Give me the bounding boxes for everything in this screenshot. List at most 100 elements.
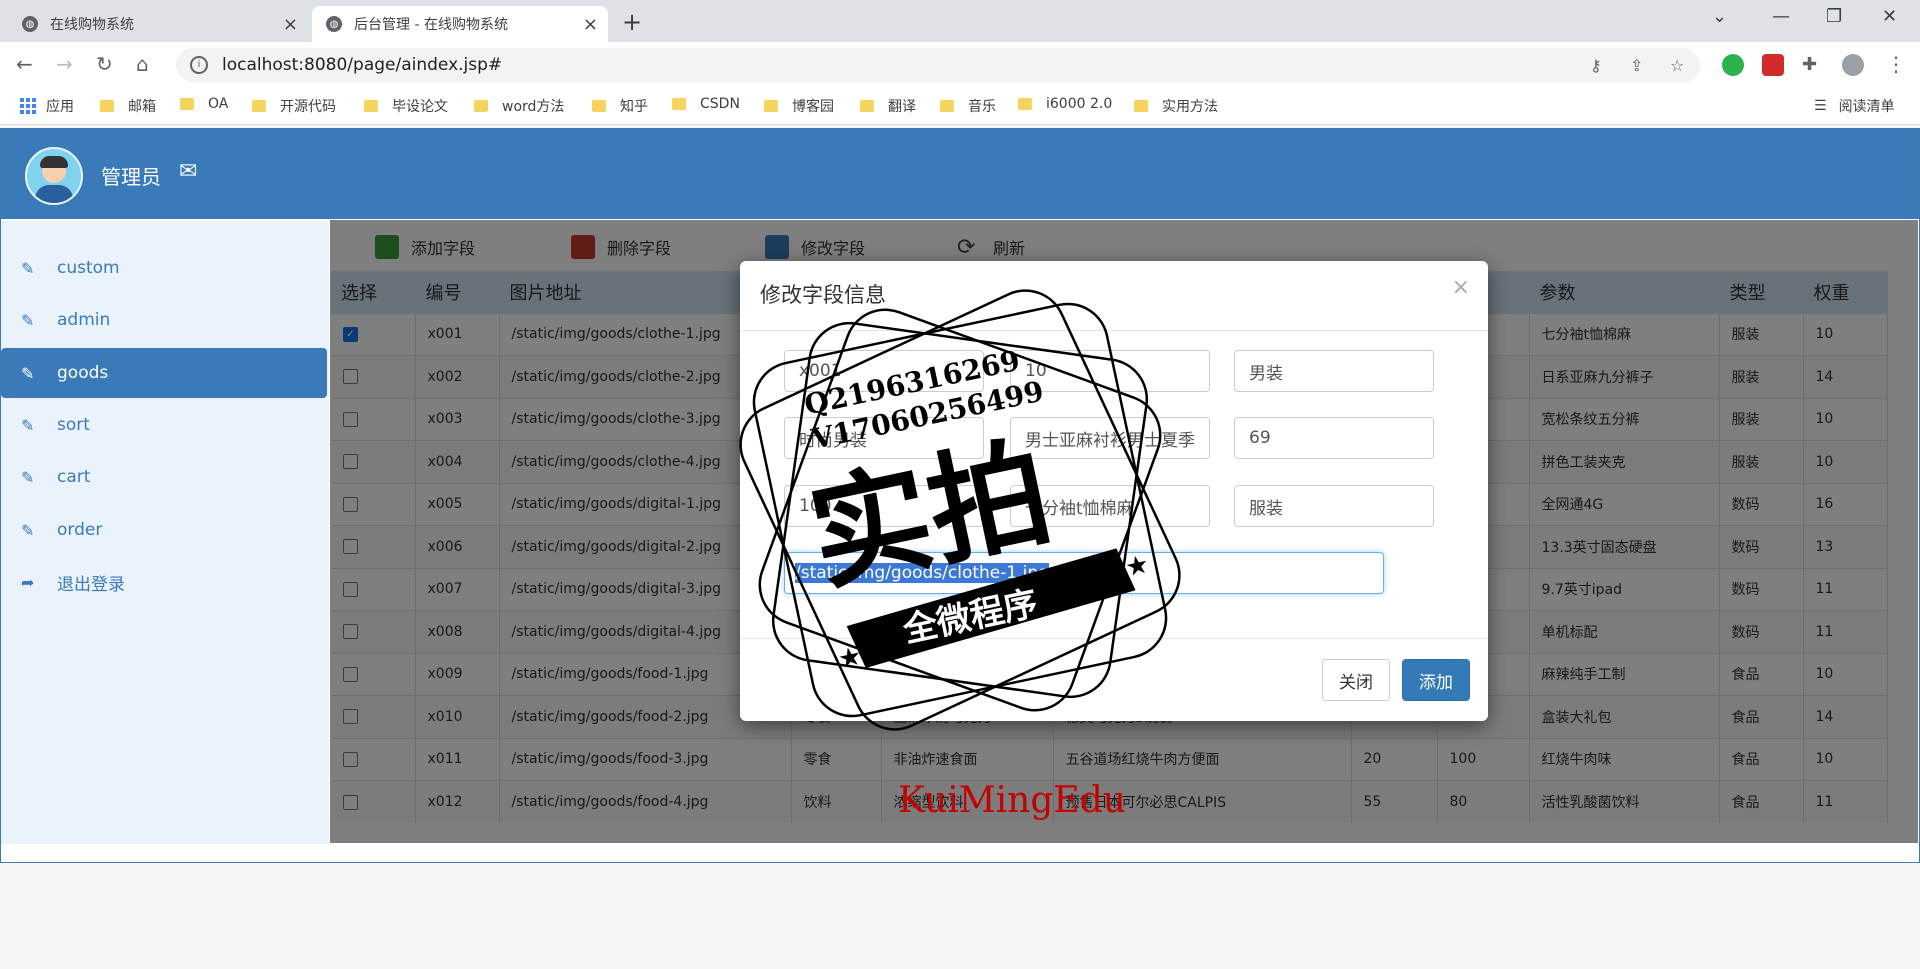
back-icon[interactable]: ←	[16, 52, 33, 76]
bookmark-item[interactable]: CSDN	[672, 96, 740, 112]
window-close-icon[interactable]: ✕	[1882, 6, 1897, 27]
share-icon[interactable]: ⇪	[1630, 56, 1643, 75]
profile-icon[interactable]	[1842, 54, 1864, 76]
sidebar-item-label: custom	[57, 258, 120, 278]
url-text[interactable]: localhost:8080/page/aindex.jsp#	[222, 55, 502, 75]
bookmark-item[interactable]: 开源代码	[252, 96, 336, 116]
folder-icon	[764, 100, 778, 112]
folder-icon	[252, 100, 266, 112]
bookmark-item[interactable]: 实用方法	[1134, 96, 1218, 116]
bookmark-item[interactable]: word方法	[474, 96, 564, 116]
share-arrow-icon: ➦	[21, 572, 35, 592]
bookmark-label: 开源代码	[280, 99, 336, 115]
puzzle-icon[interactable]: ✚	[1802, 54, 1824, 76]
site-info-icon[interactable]: i	[190, 56, 208, 74]
bookmark-item[interactable]: 毕设论文	[364, 96, 448, 116]
bookmark-item[interactable]: 知乎	[592, 96, 648, 116]
bookmark-label: i6000 2.0	[1046, 96, 1113, 112]
reading-list[interactable]: ☰ 阅读清单	[1814, 96, 1895, 116]
fe-extension-icon[interactable]	[1762, 54, 1784, 76]
sidebar-item-sort[interactable]: ✎ sort	[1, 400, 327, 450]
bookmark-item[interactable]: i6000 2.0	[1018, 96, 1112, 112]
field-subcategory[interactable]: 时尚男装	[784, 417, 984, 459]
edit-icon: ✎	[21, 258, 35, 278]
app-header: 管理员 ✉	[1, 129, 1919, 219]
browser-tabstrip: ◍ 在线购物系统 × ◍ 后台管理 - 在线购物系统 × + ⌄ — ❐ ✕	[0, 0, 1920, 42]
key-icon[interactable]: ⚷	[1590, 56, 1602, 75]
tab-search-icon[interactable]: ⌄	[1712, 6, 1727, 27]
close-icon[interactable]: ×	[1452, 275, 1470, 300]
bookmark-label: 博客园	[792, 99, 834, 115]
mail-icon[interactable]: ✉	[179, 159, 197, 184]
bookmark-item[interactable]: 音乐	[940, 96, 996, 116]
sidebar-item-cart[interactable]: ✎ cart	[1, 452, 327, 502]
bookmark-item[interactable]: OA	[180, 96, 228, 112]
bookmark-label: OA	[208, 96, 229, 112]
selected-text: /static/img/goods/clothe-1.jpg	[795, 563, 1049, 583]
reading-list-icon: ☰	[1814, 98, 1827, 114]
field-price[interactable]: 69	[1234, 417, 1434, 459]
address-bar[interactable]: i localhost:8080/page/aindex.jsp# ⚷ ⇪ ☆	[176, 48, 1700, 82]
sidebar-item-goods[interactable]: ✎ goods	[1, 348, 327, 398]
bookmark-label: 翻译	[888, 99, 916, 115]
new-tab-button[interactable]: +	[622, 8, 642, 36]
bookmark-label: 邮箱	[128, 99, 156, 115]
browser-tab-admin[interactable]: ◍ 后台管理 - 在线购物系统 ×	[312, 6, 608, 42]
folder-icon	[474, 100, 488, 112]
bookmark-label: 应用	[46, 99, 74, 115]
admin-name: 管理员	[101, 165, 161, 189]
restore-icon[interactable]: ❐	[1826, 6, 1842, 27]
sidebar-item-order[interactable]: ✎ order	[1, 505, 327, 555]
star-icon[interactable]: ☆	[1670, 56, 1684, 75]
sidebar-item-label: order	[57, 520, 103, 540]
sidebar-item-label: sort	[57, 415, 90, 435]
edit-icon: ✎	[21, 310, 35, 330]
sidebar-item-logout[interactable]: ➦ 退出登录	[1, 557, 327, 607]
edit-field-modal: 修改字段信息 × x001 10 男装 时尚男装 男士亚麻衬衫男士夏季 69 1…	[740, 261, 1488, 721]
edit-icon: ✎	[21, 467, 35, 487]
browser-tab-shop[interactable]: ◍ 在线购物系统 ×	[8, 6, 308, 42]
modal-title: 修改字段信息	[760, 283, 886, 307]
add-button[interactable]: 添加	[1402, 659, 1470, 701]
bookmark-item[interactable]: 博客园	[764, 96, 834, 116]
field-stock[interactable]: 100	[784, 485, 984, 527]
tab-title: 在线购物系统	[50, 17, 134, 33]
folder-icon	[1018, 98, 1032, 110]
bookmark-item[interactable]: 邮箱	[100, 96, 156, 116]
minimize-icon[interactable]: —	[1772, 6, 1790, 27]
close-button[interactable]: 关闭	[1322, 659, 1390, 701]
forward-icon[interactable]: →	[56, 52, 73, 76]
menu-icon[interactable]: ⋮	[1886, 52, 1906, 76]
close-tab-icon[interactable]: ×	[283, 14, 298, 35]
field-type[interactable]: 服装	[1234, 485, 1434, 527]
field-name[interactable]: 男士亚麻衬衫男士夏季	[1010, 417, 1210, 459]
bookmark-label: word方法	[502, 99, 565, 115]
home-icon[interactable]: ⌂	[136, 52, 149, 76]
folder-icon	[672, 98, 686, 110]
folder-icon	[940, 100, 954, 112]
bookmarks-bar: 应用 邮箱 OA 开源代码 毕设论文 word方法 知乎 CSDN 博客园 翻译…	[0, 88, 1920, 125]
globe-icon: ◍	[22, 16, 38, 32]
reload-icon[interactable]: ↻	[96, 52, 113, 76]
avatar[interactable]	[25, 147, 83, 205]
sidebar-item-label: cart	[57, 467, 91, 487]
sidebar-item-admin[interactable]: ✎ admin	[1, 295, 327, 345]
sidebar: ✎ custom ✎ admin ✎ goods ✎ sort ✎ cart ✎ order…	[1, 221, 329, 844]
divider	[740, 638, 1488, 639]
edit-icon: ✎	[21, 415, 35, 435]
field-category[interactable]: 男装	[1234, 350, 1434, 392]
close-tab-icon[interactable]: ×	[583, 14, 598, 35]
shield-extension-icon[interactable]	[1722, 54, 1744, 76]
watermark-footer: KuiMingEdu	[898, 780, 1126, 821]
field-weight[interactable]: 10	[1010, 350, 1210, 392]
bookmark-label: 实用方法	[1162, 99, 1218, 115]
sidebar-item-custom[interactable]: ✎ custom	[1, 243, 327, 293]
bookmark-apps[interactable]: 应用	[20, 96, 74, 116]
sidebar-item-label: admin	[57, 310, 111, 330]
bookmark-item[interactable]: 翻译	[860, 96, 916, 116]
field-image-url[interactable]: /static/img/goods/clothe-1.jpg	[784, 552, 1384, 594]
folder-icon	[592, 100, 606, 112]
field-id[interactable]: x001	[784, 350, 984, 392]
field-param[interactable]: 七分袖t恤棉麻	[1010, 485, 1210, 527]
bookmark-label: CSDN	[700, 96, 740, 112]
